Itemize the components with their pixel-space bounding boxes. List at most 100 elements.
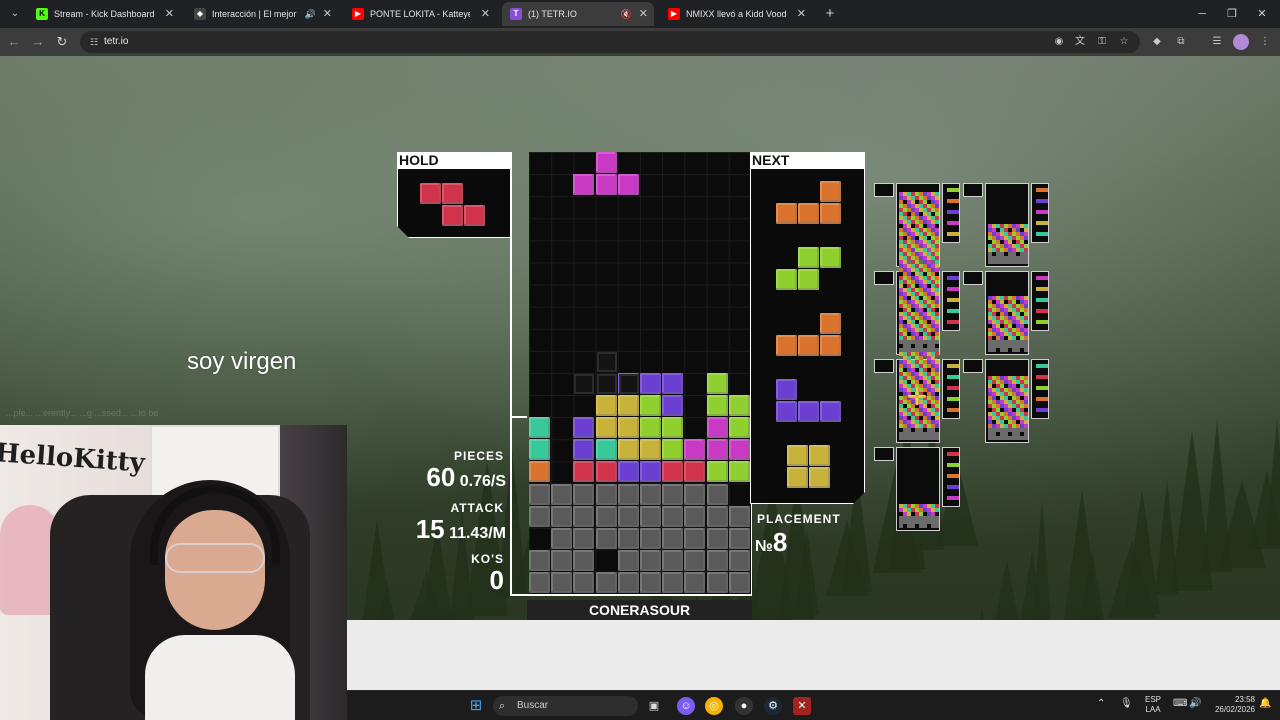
speaker-icon[interactable]: 🔊 <box>305 2 316 26</box>
opponent-board[interactable] <box>896 248 940 355</box>
hold-piece-block <box>420 183 441 204</box>
board-block <box>573 439 595 461</box>
opponent-block <box>988 300 992 304</box>
opponent-block <box>935 408 939 412</box>
opponent-next-block <box>1044 397 1048 401</box>
close-icon[interactable]: ✕ <box>639 2 648 26</box>
opponent-hold <box>874 271 894 285</box>
taskbar-search[interactable]: ⌕ Buscar <box>493 696 638 716</box>
url-text[interactable]: tetr.io <box>104 31 128 53</box>
notification-icon[interactable]: 🔔 <box>1259 699 1271 709</box>
task-view-icon[interactable]: ▣ <box>645 697 663 715</box>
reload-button[interactable]: ↻ <box>52 32 72 52</box>
opponent-block <box>919 512 923 516</box>
opponent-block <box>927 332 931 336</box>
extensions-puzzle-icon[interactable]: ⧉ <box>1173 34 1189 50</box>
opponent-block <box>919 224 923 228</box>
opponent-hold <box>874 447 894 461</box>
attack-value: 15 <box>415 514 445 544</box>
opponent-block <box>931 512 935 516</box>
opponent-block <box>1024 236 1028 240</box>
translate-icon[interactable]: 文 <box>1072 34 1088 50</box>
opponent-board[interactable] <box>896 447 940 531</box>
tab-search-icon[interactable]: ⌄ <box>6 5 24 23</box>
close-window-button[interactable]: ✕ <box>1252 4 1272 24</box>
hold-piece-block <box>464 205 485 226</box>
opponent-block <box>935 432 939 436</box>
board-block <box>662 571 684 593</box>
bookmark-star-icon[interactable]: ☆ <box>1116 34 1132 50</box>
opponent-block <box>907 308 911 312</box>
eye-off-icon[interactable]: ◉ <box>1051 34 1067 50</box>
speech-caption: soy virgen <box>187 348 297 375</box>
board-block <box>706 417 728 439</box>
next-piece-block <box>820 203 841 224</box>
tab-ponte-lokita[interactable]: ▶ PONTE LOKITA - Katteyes x Kid ✕ <box>344 2 496 26</box>
site-info-icon[interactable]: ☷ <box>86 34 102 50</box>
close-icon[interactable]: ✕ <box>481 2 490 26</box>
opponent-next-block <box>1044 309 1048 313</box>
microphone-icon[interactable]: 🎙 <box>1120 699 1133 709</box>
extension-diamond-icon[interactable]: ◆ <box>1149 34 1165 50</box>
opponent-block <box>1024 388 1028 392</box>
opponent-board[interactable] <box>985 271 1029 355</box>
minimize-button[interactable]: ─ <box>1192 4 1212 24</box>
windows-start-icon[interactable]: ⊞ <box>467 697 485 715</box>
opponent-block <box>1024 412 1028 416</box>
opponent-block <box>1024 244 1028 248</box>
opponent-block <box>1024 432 1028 436</box>
opponent-next-block <box>1044 210 1048 214</box>
volume-icon[interactable]: 🔊 <box>1189 699 1201 709</box>
profile-avatar[interactable] <box>1233 34 1249 50</box>
forward-button[interactable]: → <box>28 32 48 52</box>
address-bar[interactable]: ☷ tetr.io <box>80 31 1140 53</box>
board-block <box>573 461 595 483</box>
opponent-block <box>935 316 939 320</box>
board-block <box>662 373 684 394</box>
obs-icon[interactable]: ● <box>735 697 753 715</box>
back-button[interactable]: ← <box>4 32 24 52</box>
tab-nmixx[interactable]: ▶ NMIXX llevó a Kidd Voodoo al ✕ <box>660 2 812 26</box>
opponent-block <box>988 336 992 340</box>
opponent-block <box>899 320 903 324</box>
tab-kick[interactable]: K Stream - Kick Dashboard ✕ <box>28 2 180 26</box>
board-block <box>551 549 573 571</box>
key-icon[interactable]: ⚿ <box>1094 34 1110 50</box>
board-block <box>640 395 661 417</box>
discord-icon[interactable]: ☺ <box>677 697 695 715</box>
browser-menu-icon[interactable]: ⋮ <box>1257 34 1273 50</box>
opponent-board[interactable] <box>985 183 1029 267</box>
opponent-next-block <box>1044 375 1048 379</box>
opponent-board[interactable] <box>985 359 1029 443</box>
opponent-block <box>935 412 939 416</box>
close-icon[interactable]: ✕ <box>797 2 806 26</box>
opponent-block <box>1024 296 1028 300</box>
network-icon[interactable]: ⌨ <box>1173 699 1187 709</box>
close-icon[interactable]: ✕ <box>323 2 332 26</box>
opponent-block <box>1024 312 1028 316</box>
tab-list-icon[interactable]: ☰ <box>1209 34 1225 50</box>
opponent-next-queue <box>1031 271 1049 331</box>
opponent-block <box>923 524 927 528</box>
chrome-icon[interactable]: ◎ <box>705 697 723 715</box>
pieces-rate: 0.76/S <box>459 473 506 490</box>
restore-button[interactable]: ❐ <box>1222 4 1242 24</box>
board-block <box>662 395 684 417</box>
opponent-block <box>1024 400 1028 404</box>
dota-icon[interactable]: ✕ <box>793 697 811 715</box>
opponent-next-block <box>955 452 959 456</box>
steam-icon[interactable]: ⚙ <box>764 697 782 715</box>
opponent-block <box>1024 336 1028 340</box>
opponent-block <box>1024 252 1028 256</box>
opponent-block <box>1020 408 1024 412</box>
muted-speaker-icon[interactable]: 🔇 <box>621 2 632 26</box>
close-icon[interactable]: ✕ <box>165 2 174 26</box>
webcam-person-shirt <box>145 635 295 720</box>
next-piece-block <box>809 445 830 466</box>
tray-overflow-icon[interactable]: ⌃ <box>1097 699 1105 709</box>
tab-interaccion[interactable]: ◆ Interacción | El mejor softw 🔊 ✕ <box>186 2 338 26</box>
clock[interactable]: 23:58 26/02/2026 <box>1205 695 1255 715</box>
tab-tetrio[interactable]: T (1) TETR.IO 🔇 ✕ <box>502 2 654 26</box>
language-indicator[interactable]: ESP LAA <box>1143 695 1163 715</box>
new-tab-button[interactable]: + <box>820 4 840 24</box>
